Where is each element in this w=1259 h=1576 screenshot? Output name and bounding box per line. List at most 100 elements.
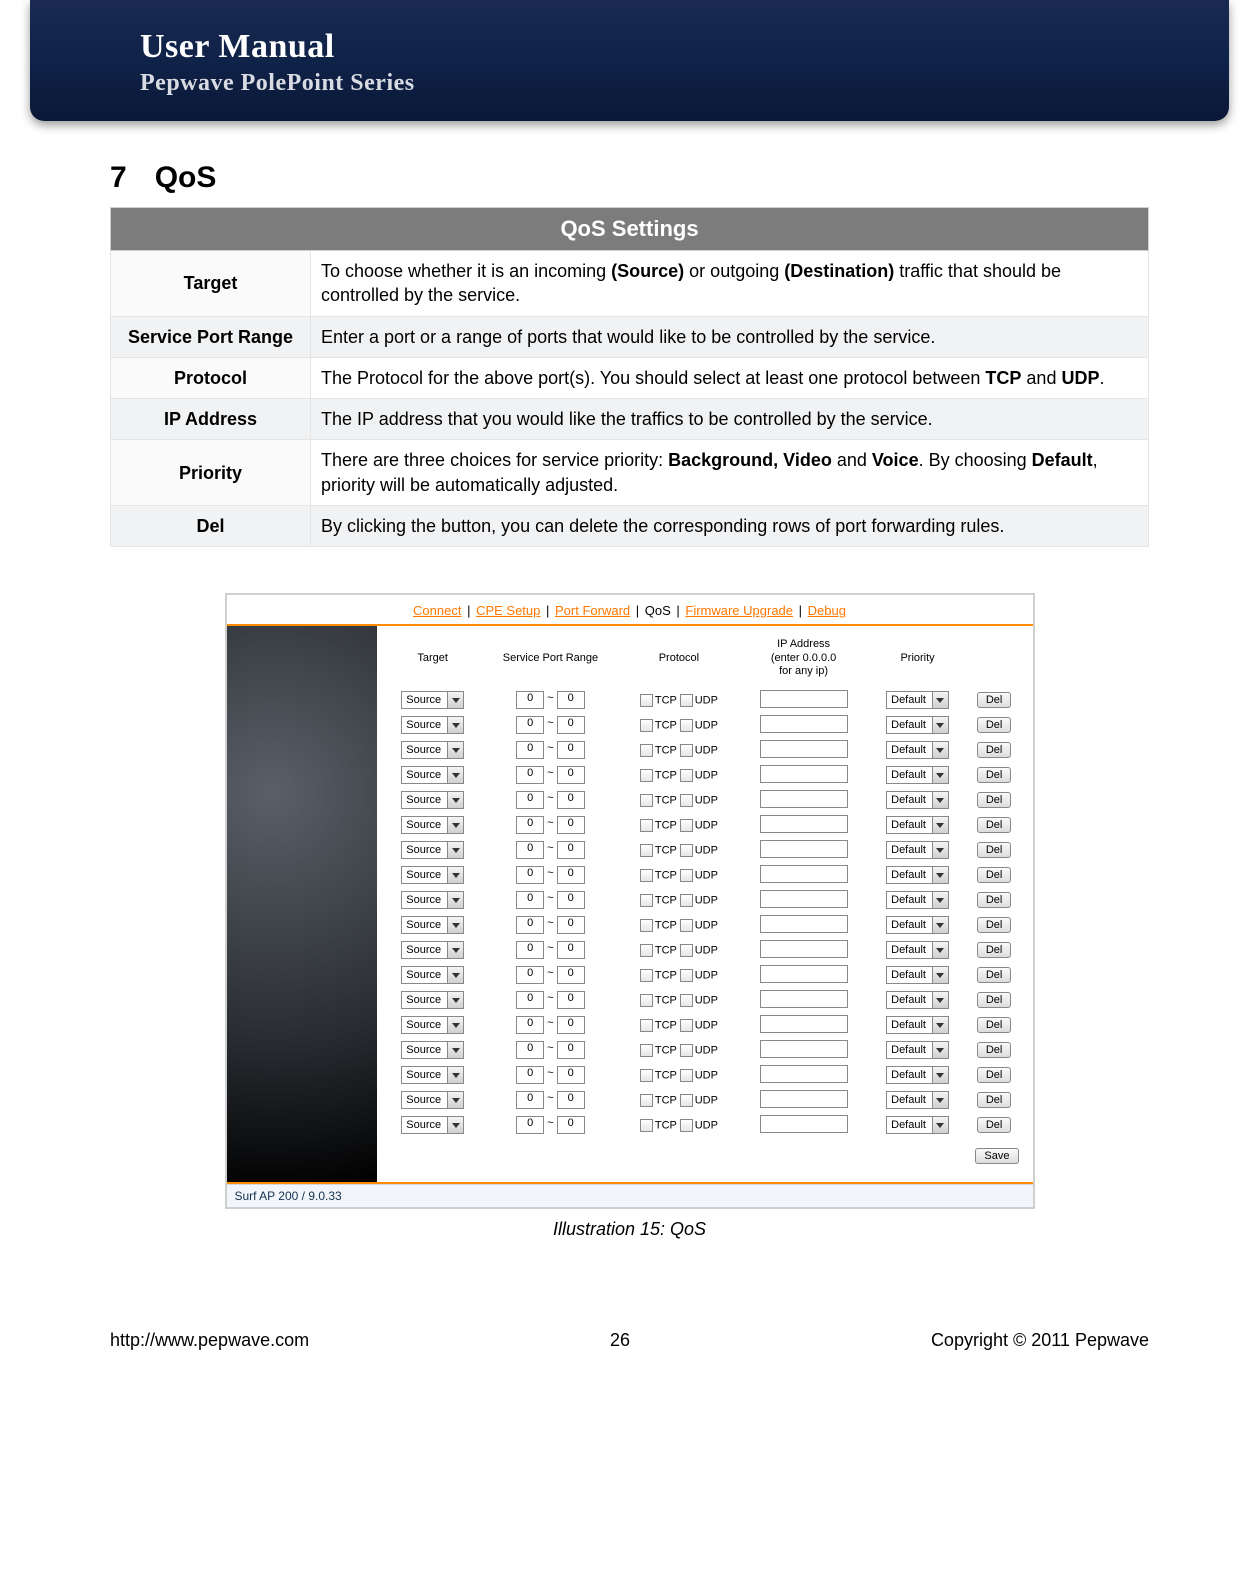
port-to-input[interactable]: 0 bbox=[557, 966, 585, 984]
target-select[interactable]: Source bbox=[401, 1066, 464, 1084]
port-from-input[interactable]: 0 bbox=[516, 791, 544, 809]
port-from-input[interactable]: 0 bbox=[516, 1041, 544, 1059]
del-button[interactable]: Del bbox=[977, 742, 1012, 758]
target-select[interactable]: Source bbox=[401, 1041, 464, 1059]
target-select[interactable]: Source bbox=[401, 1091, 464, 1109]
ip-input[interactable] bbox=[760, 1040, 848, 1058]
target-select[interactable]: Source bbox=[401, 741, 464, 759]
save-button[interactable]: Save bbox=[975, 1148, 1018, 1164]
port-to-input[interactable]: 0 bbox=[557, 866, 585, 884]
ip-input[interactable] bbox=[760, 1115, 848, 1133]
port-from-input[interactable]: 0 bbox=[516, 716, 544, 734]
priority-select[interactable]: Default bbox=[886, 766, 949, 784]
tcp-checkbox[interactable] bbox=[640, 1094, 653, 1107]
port-from-input[interactable]: 0 bbox=[516, 966, 544, 984]
udp-checkbox[interactable] bbox=[680, 769, 693, 782]
port-to-input[interactable]: 0 bbox=[557, 691, 585, 709]
udp-checkbox[interactable] bbox=[680, 694, 693, 707]
tcp-checkbox[interactable] bbox=[640, 919, 653, 932]
port-to-input[interactable]: 0 bbox=[557, 916, 585, 934]
nav-link[interactable]: Connect bbox=[413, 603, 461, 618]
ip-input[interactable] bbox=[760, 765, 848, 783]
priority-select[interactable]: Default bbox=[886, 916, 949, 934]
ip-input[interactable] bbox=[760, 865, 848, 883]
udp-checkbox[interactable] bbox=[680, 1044, 693, 1057]
ip-input[interactable] bbox=[760, 1065, 848, 1083]
port-to-input[interactable]: 0 bbox=[557, 1041, 585, 1059]
port-from-input[interactable]: 0 bbox=[516, 891, 544, 909]
ip-input[interactable] bbox=[760, 890, 848, 908]
target-select[interactable]: Source bbox=[401, 916, 464, 934]
tcp-checkbox[interactable] bbox=[640, 994, 653, 1007]
port-to-input[interactable]: 0 bbox=[557, 941, 585, 959]
udp-checkbox[interactable] bbox=[680, 869, 693, 882]
tcp-checkbox[interactable] bbox=[640, 894, 653, 907]
del-button[interactable]: Del bbox=[977, 867, 1012, 883]
port-to-input[interactable]: 0 bbox=[557, 1016, 585, 1034]
udp-checkbox[interactable] bbox=[680, 794, 693, 807]
port-to-input[interactable]: 0 bbox=[557, 716, 585, 734]
priority-select[interactable]: Default bbox=[886, 1091, 949, 1109]
del-button[interactable]: Del bbox=[977, 942, 1012, 958]
del-button[interactable]: Del bbox=[977, 892, 1012, 908]
priority-select[interactable]: Default bbox=[886, 741, 949, 759]
ip-input[interactable] bbox=[760, 965, 848, 983]
del-button[interactable]: Del bbox=[977, 1067, 1012, 1083]
del-button[interactable]: Del bbox=[977, 767, 1012, 783]
ip-input[interactable] bbox=[760, 790, 848, 808]
port-from-input[interactable]: 0 bbox=[516, 1066, 544, 1084]
tcp-checkbox[interactable] bbox=[640, 844, 653, 857]
port-to-input[interactable]: 0 bbox=[557, 891, 585, 909]
udp-checkbox[interactable] bbox=[680, 1019, 693, 1032]
target-select[interactable]: Source bbox=[401, 816, 464, 834]
del-button[interactable]: Del bbox=[977, 792, 1012, 808]
ip-input[interactable] bbox=[760, 690, 848, 708]
tcp-checkbox[interactable] bbox=[640, 944, 653, 957]
port-from-input[interactable]: 0 bbox=[516, 841, 544, 859]
del-button[interactable]: Del bbox=[977, 1117, 1012, 1133]
priority-select[interactable]: Default bbox=[886, 1016, 949, 1034]
udp-checkbox[interactable] bbox=[680, 969, 693, 982]
priority-select[interactable]: Default bbox=[886, 991, 949, 1009]
ip-input[interactable] bbox=[760, 715, 848, 733]
target-select[interactable]: Source bbox=[401, 1016, 464, 1034]
del-button[interactable]: Del bbox=[977, 1017, 1012, 1033]
ip-input[interactable] bbox=[760, 915, 848, 933]
tcp-checkbox[interactable] bbox=[640, 1069, 653, 1082]
tcp-checkbox[interactable] bbox=[640, 794, 653, 807]
priority-select[interactable]: Default bbox=[886, 1116, 949, 1134]
target-select[interactable]: Source bbox=[401, 966, 464, 984]
del-button[interactable]: Del bbox=[977, 967, 1012, 983]
nav-link[interactable]: Firmware Upgrade bbox=[685, 603, 793, 618]
target-select[interactable]: Source bbox=[401, 716, 464, 734]
target-select[interactable]: Source bbox=[401, 766, 464, 784]
port-from-input[interactable]: 0 bbox=[516, 691, 544, 709]
tcp-checkbox[interactable] bbox=[640, 1019, 653, 1032]
udp-checkbox[interactable] bbox=[680, 1069, 693, 1082]
tcp-checkbox[interactable] bbox=[640, 819, 653, 832]
port-from-input[interactable]: 0 bbox=[516, 1116, 544, 1134]
priority-select[interactable]: Default bbox=[886, 841, 949, 859]
port-to-input[interactable]: 0 bbox=[557, 741, 585, 759]
target-select[interactable]: Source bbox=[401, 991, 464, 1009]
port-to-input[interactable]: 0 bbox=[557, 991, 585, 1009]
priority-select[interactable]: Default bbox=[886, 791, 949, 809]
nav-link[interactable]: Port Forward bbox=[555, 603, 630, 618]
priority-select[interactable]: Default bbox=[886, 891, 949, 909]
tcp-checkbox[interactable] bbox=[640, 744, 653, 757]
priority-select[interactable]: Default bbox=[886, 691, 949, 709]
tcp-checkbox[interactable] bbox=[640, 1044, 653, 1057]
del-button[interactable]: Del bbox=[977, 992, 1012, 1008]
priority-select[interactable]: Default bbox=[886, 966, 949, 984]
tcp-checkbox[interactable] bbox=[640, 869, 653, 882]
ip-input[interactable] bbox=[760, 940, 848, 958]
target-select[interactable]: Source bbox=[401, 1116, 464, 1134]
target-select[interactable]: Source bbox=[401, 841, 464, 859]
del-button[interactable]: Del bbox=[977, 717, 1012, 733]
port-from-input[interactable]: 0 bbox=[516, 941, 544, 959]
tcp-checkbox[interactable] bbox=[640, 694, 653, 707]
ip-input[interactable] bbox=[760, 740, 848, 758]
nav-link[interactable]: Debug bbox=[808, 603, 846, 618]
port-from-input[interactable]: 0 bbox=[516, 741, 544, 759]
port-from-input[interactable]: 0 bbox=[516, 866, 544, 884]
